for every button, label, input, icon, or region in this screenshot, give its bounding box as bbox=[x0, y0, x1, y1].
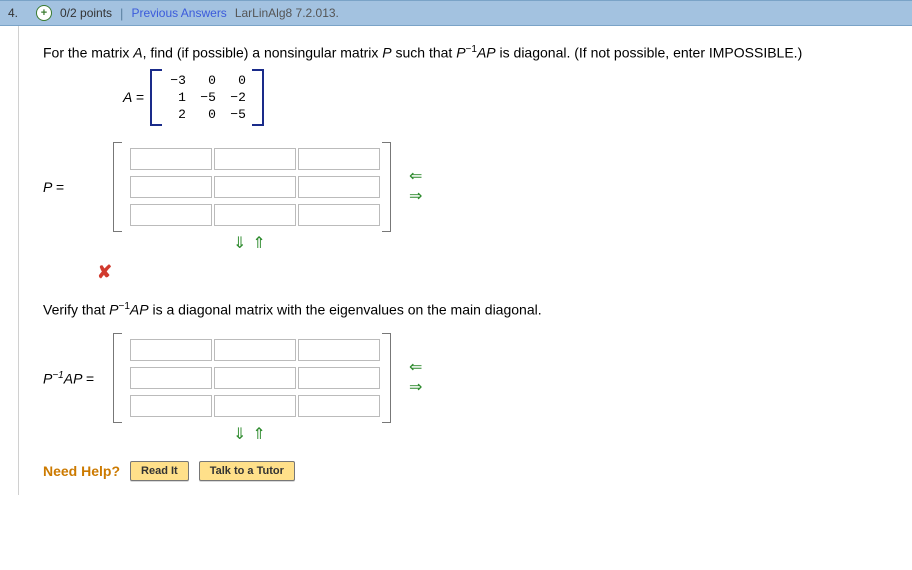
matrix-P-cell-input[interactable] bbox=[130, 176, 212, 198]
verify-part: Verify that bbox=[43, 301, 109, 317]
var-A: A bbox=[133, 45, 142, 61]
matrix-cell: 0 bbox=[198, 107, 216, 122]
prompt-part: is diagonal. (If not possible, enter IMP… bbox=[496, 45, 803, 61]
var-P: P bbox=[109, 301, 118, 317]
matrix-D-cell-input[interactable] bbox=[130, 339, 212, 361]
expand-icon[interactable]: + bbox=[36, 5, 52, 21]
exp-neg1: −1 bbox=[466, 44, 477, 55]
matrix-P-cell-input[interactable] bbox=[298, 204, 380, 226]
matrix-cell: 1 bbox=[168, 90, 186, 105]
prompt-text: For the matrix A, find (if possible) a n… bbox=[43, 44, 888, 61]
question-header: 4. + 0/2 points | Previous Answers LarLi… bbox=[0, 0, 912, 26]
matrix-cell: 0 bbox=[198, 73, 216, 88]
remove-row-icon[interactable]: ⇑ bbox=[252, 427, 265, 443]
matrix-P-input: P = ⇐ ⇒ bbox=[43, 142, 888, 232]
matrix-P-cell-input[interactable] bbox=[130, 204, 212, 226]
matrix-cell: −2 bbox=[228, 90, 246, 105]
question-body: For the matrix A, find (if possible) a n… bbox=[19, 26, 912, 495]
matrix-P-label: P = bbox=[43, 179, 105, 195]
matrix-cell: 0 bbox=[228, 73, 246, 88]
question-number: 4. bbox=[8, 6, 28, 20]
prompt-part: , find (if possible) a nonsingular matri… bbox=[143, 45, 383, 61]
remove-column-icon[interactable]: ⇐ bbox=[409, 169, 422, 185]
verify-part: is a diagonal matrix with the eigenvalue… bbox=[149, 301, 542, 317]
prompt-part: For the matrix bbox=[43, 45, 133, 61]
matrix-D-cell-input[interactable] bbox=[214, 367, 296, 389]
add-row-icon[interactable]: ⇓ bbox=[233, 236, 246, 252]
need-help-label: Need Help? bbox=[43, 463, 120, 479]
matrix-D-cell-input[interactable] bbox=[130, 367, 212, 389]
separator: | bbox=[120, 6, 123, 21]
add-column-icon[interactable]: ⇒ bbox=[409, 189, 422, 205]
var-Pinv: P bbox=[456, 45, 465, 61]
help-bar: Need Help? Read It Talk to a Tutor bbox=[43, 461, 888, 481]
matrix-D-input: P−1AP = ⇐ ⇒ bbox=[43, 333, 888, 423]
var-P: P bbox=[382, 45, 391, 61]
matrix-cell: −5 bbox=[198, 90, 216, 105]
matrix-D-label: P−1AP = bbox=[43, 370, 105, 387]
exp-neg1: −1 bbox=[119, 301, 130, 312]
matrix-D-cell-input[interactable] bbox=[298, 339, 380, 361]
matrix-P-cell-input[interactable] bbox=[214, 204, 296, 226]
matrix-D-cell-input[interactable] bbox=[214, 395, 296, 417]
prompt-part: such that bbox=[392, 45, 457, 61]
matrix-D-cell-input[interactable] bbox=[214, 339, 296, 361]
matrix-P-cell-input[interactable] bbox=[298, 148, 380, 170]
question-reference: LarLinAlg8 7.2.013. bbox=[235, 6, 339, 20]
talk-to-tutor-button[interactable]: Talk to a Tutor bbox=[199, 461, 295, 481]
matrix-P-cell-input[interactable] bbox=[214, 176, 296, 198]
matrix-A-label: A = bbox=[123, 89, 144, 105]
add-column-icon[interactable]: ⇒ bbox=[409, 380, 422, 396]
incorrect-icon: ✘ bbox=[97, 262, 888, 283]
matrix-A-display: A = −3 0 0 1 −5 −2 2 0 −5 bbox=[123, 69, 888, 126]
matrix-P-cell-input[interactable] bbox=[130, 148, 212, 170]
remove-column-icon[interactable]: ⇐ bbox=[409, 360, 422, 376]
matrix-D-cell-input[interactable] bbox=[298, 367, 380, 389]
points-label: 0/2 points bbox=[60, 6, 112, 20]
matrix-P-cell-input[interactable] bbox=[214, 148, 296, 170]
matrix-cell: −5 bbox=[228, 107, 246, 122]
add-row-icon[interactable]: ⇓ bbox=[233, 427, 246, 443]
matrix-P-grid bbox=[122, 142, 382, 232]
matrix-cell: 2 bbox=[168, 107, 186, 122]
matrix-A-body: −3 0 0 1 −5 −2 2 0 −5 bbox=[162, 69, 252, 126]
read-it-button[interactable]: Read It bbox=[130, 461, 189, 481]
bracket-left-icon bbox=[113, 142, 122, 232]
bracket-left-icon bbox=[113, 333, 122, 423]
bracket-right-icon bbox=[252, 69, 264, 126]
bracket-left-icon bbox=[150, 69, 162, 126]
matrix-cell: −3 bbox=[168, 73, 186, 88]
bracket-right-icon bbox=[382, 142, 391, 232]
matrix-P-cell-input[interactable] bbox=[298, 176, 380, 198]
matrix-D-cell-input[interactable] bbox=[298, 395, 380, 417]
matrix-D-cell-input[interactable] bbox=[130, 395, 212, 417]
var-AP: AP bbox=[130, 301, 149, 317]
matrix-D-grid bbox=[122, 333, 382, 423]
bracket-right-icon bbox=[382, 333, 391, 423]
remove-row-icon[interactable]: ⇑ bbox=[252, 236, 265, 252]
var-AP: AP bbox=[477, 45, 496, 61]
previous-answers-link[interactable]: Previous Answers bbox=[131, 6, 226, 20]
verify-text: Verify that P−1AP is a diagonal matrix w… bbox=[43, 301, 888, 318]
